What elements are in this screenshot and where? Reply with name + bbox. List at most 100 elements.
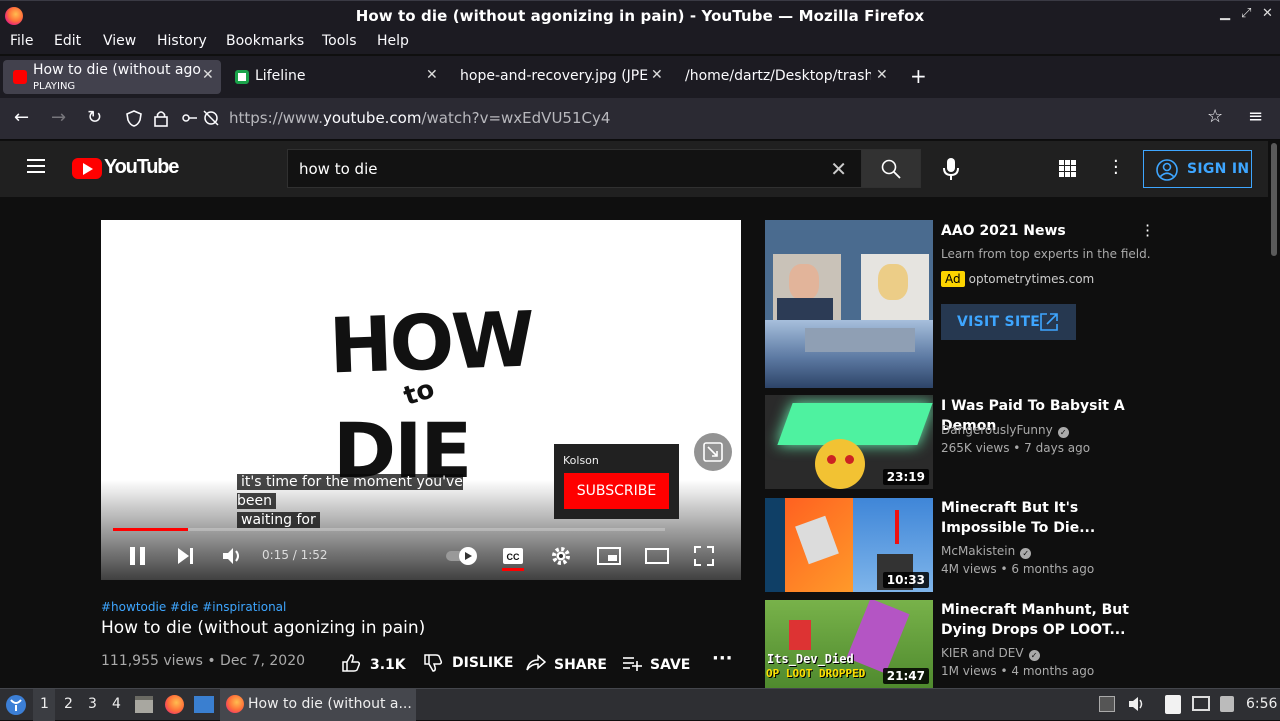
thumbs-up-icon [342, 654, 361, 672]
like-count: 3.1K [370, 657, 406, 673]
related-channel: DangerouslyFunny [941, 423, 1053, 437]
bookmark-star-icon[interactable]: ☆ [1207, 106, 1223, 127]
share-button[interactable]: SHARE [526, 654, 607, 673]
related-title: Minecraft But It's Impossible To Die... [941, 500, 1096, 536]
theater-mode-icon[interactable] [644, 545, 670, 567]
thumb-text: Its_Dev_Died [767, 652, 854, 666]
volume-tray-icon[interactable] [1128, 696, 1146, 712]
hashtags[interactable]: #howtodie #die #inspirational [101, 600, 286, 614]
menu-file[interactable]: File [10, 33, 33, 49]
captions-icon[interactable]: CC [502, 545, 524, 567]
display-tray-icon[interactable] [1192, 696, 1210, 711]
like-button[interactable]: 3.1K [342, 654, 406, 673]
firefox-launcher-icon[interactable] [165, 695, 184, 714]
microphone-icon[interactable] [937, 155, 965, 183]
guide-menu-icon[interactable] [27, 159, 45, 173]
save-button[interactable]: SAVE [622, 654, 690, 673]
workspace-3[interactable]: 3 [88, 696, 97, 712]
scrollbar-thumb[interactable] [1271, 143, 1277, 256]
settings-gear-icon[interactable] [550, 545, 572, 567]
ad-more-icon[interactable]: · · · [1145, 218, 1150, 244]
start-menu-icon[interactable] [5, 694, 27, 716]
maximize-icon[interactable]: ⤢ [1241, 6, 1251, 21]
related-channel: KIER and DEV [941, 646, 1024, 660]
related-thumbnail: Its_Dev_Died OP LOOT DROPPED 21:47 [765, 600, 933, 688]
taskbar-window-firefox[interactable]: How to die (without a... [220, 689, 416, 721]
visit-site-button[interactable]: VISIT SITE [941, 304, 1076, 340]
permissions-icon[interactable] [182, 110, 220, 127]
related-meta: 265K views • 7 days ago [941, 441, 1091, 455]
tab-youtube[interactable]: How to die (without agonizing in pain) -… [3, 60, 221, 94]
video-duration: 10:33 [882, 572, 929, 588]
fullscreen-icon[interactable] [693, 545, 715, 567]
sign-in-button[interactable]: SIGN IN [1143, 150, 1252, 188]
url-text[interactable]: https://www.youtube.com/watch?v=wxEdVU51… [229, 109, 610, 127]
next-icon[interactable] [176, 545, 196, 567]
search-query: how to die [299, 160, 378, 178]
menu-view[interactable]: View [103, 33, 136, 49]
menu-help[interactable]: Help [377, 33, 409, 49]
workspace-2[interactable]: 2 [64, 696, 73, 712]
apps-grid-icon[interactable] [1059, 160, 1076, 177]
view-count-date: 111,955 views • Dec 7, 2020 [101, 653, 306, 669]
tab-close-icon[interactable]: ✕ [426, 67, 438, 83]
verified-icon: ✓ [1057, 427, 1069, 438]
progress-bar[interactable] [113, 528, 665, 531]
tab-lifeline[interactable]: Lifeline ✕ [225, 60, 445, 94]
ad-thumbnail[interactable] [765, 220, 933, 388]
tab-image[interactable]: hope-and-recovery.jpg (JPEG Image) ✕ [450, 60, 672, 94]
tray-eject-icon[interactable] [1099, 696, 1115, 712]
tab-file[interactable]: /home/dartz/Desktop/trash-can ✕ [675, 60, 895, 94]
menu-history[interactable]: History [157, 33, 207, 49]
shield-icon[interactable] [126, 110, 142, 127]
video-player[interactable]: HOW to DIE it's time for the moment you'… [101, 220, 741, 580]
desktop-icon[interactable] [194, 696, 214, 713]
menu-edit[interactable]: Edit [54, 33, 81, 49]
expand-card-button[interactable] [694, 433, 732, 471]
volume-icon[interactable] [221, 545, 243, 567]
pause-icon[interactable] [128, 545, 148, 567]
close-window-icon[interactable]: ✕ [1262, 6, 1273, 21]
file-manager-icon[interactable] [135, 696, 153, 713]
forward-icon[interactable]: → [51, 107, 66, 128]
related-title: Minecraft Manhunt, But Dying Drops OP LO… [941, 602, 1129, 638]
battery-tray-icon[interactable] [1220, 696, 1234, 712]
clipboard-tray-icon[interactable] [1165, 695, 1181, 714]
dislike-button[interactable]: DISLIKE [424, 654, 513, 672]
minimize-icon[interactable]: ▁ [1220, 6, 1230, 21]
related-meta: 4M views • 6 months ago [941, 562, 1095, 576]
workspace-1[interactable]: 1 [40, 696, 49, 712]
youtube-logo-icon[interactable] [72, 158, 102, 179]
firefox-window-icon [226, 695, 244, 713]
tab-close-icon[interactable]: ✕ [876, 67, 888, 83]
menu-tools[interactable]: Tools [322, 33, 357, 49]
miniplayer-icon[interactable] [596, 545, 622, 567]
url-bar[interactable]: https://www.youtube.com/watch?v=wxEdVU51… [118, 102, 1232, 134]
workspace-4[interactable]: 4 [112, 696, 121, 712]
clear-search-icon[interactable]: ✕ [830, 157, 847, 181]
subscribe-button[interactable]: SUBSCRIBE [564, 473, 669, 509]
search-button[interactable] [861, 149, 921, 188]
account-icon [1156, 159, 1178, 181]
page-scrollbar[interactable] [1268, 141, 1280, 687]
thumb-doll-head [815, 439, 865, 489]
menu-bookmarks[interactable]: Bookmarks [226, 33, 304, 49]
search-input[interactable]: how to die ✕ [287, 149, 862, 188]
back-icon[interactable]: ← [14, 107, 29, 128]
autoplay-toggle-icon[interactable] [444, 545, 480, 567]
channel-name: Kolson [563, 454, 599, 467]
tab-close-icon[interactable]: ✕ [202, 67, 214, 83]
tab-label: Lifeline [255, 68, 306, 84]
new-tab-button[interactable]: + [910, 64, 927, 88]
reload-icon[interactable]: ↻ [87, 107, 102, 128]
tab-close-icon[interactable]: ✕ [651, 67, 663, 83]
more-actions-icon[interactable]: ··· [712, 648, 733, 669]
video-duration: 23:19 [882, 469, 929, 485]
youtube-logo-text[interactable]: YouTube [104, 156, 179, 179]
settings-more-icon[interactable]: · · · [1113, 153, 1119, 183]
lock-icon[interactable] [154, 110, 168, 127]
app-menu-icon[interactable]: ≡ [1248, 106, 1263, 127]
tab-bar: How to die (without agonizing in pain) -… [0, 56, 1280, 98]
thumb-purple-figure [846, 600, 910, 674]
clock[interactable]: 6:56 [1246, 696, 1277, 712]
